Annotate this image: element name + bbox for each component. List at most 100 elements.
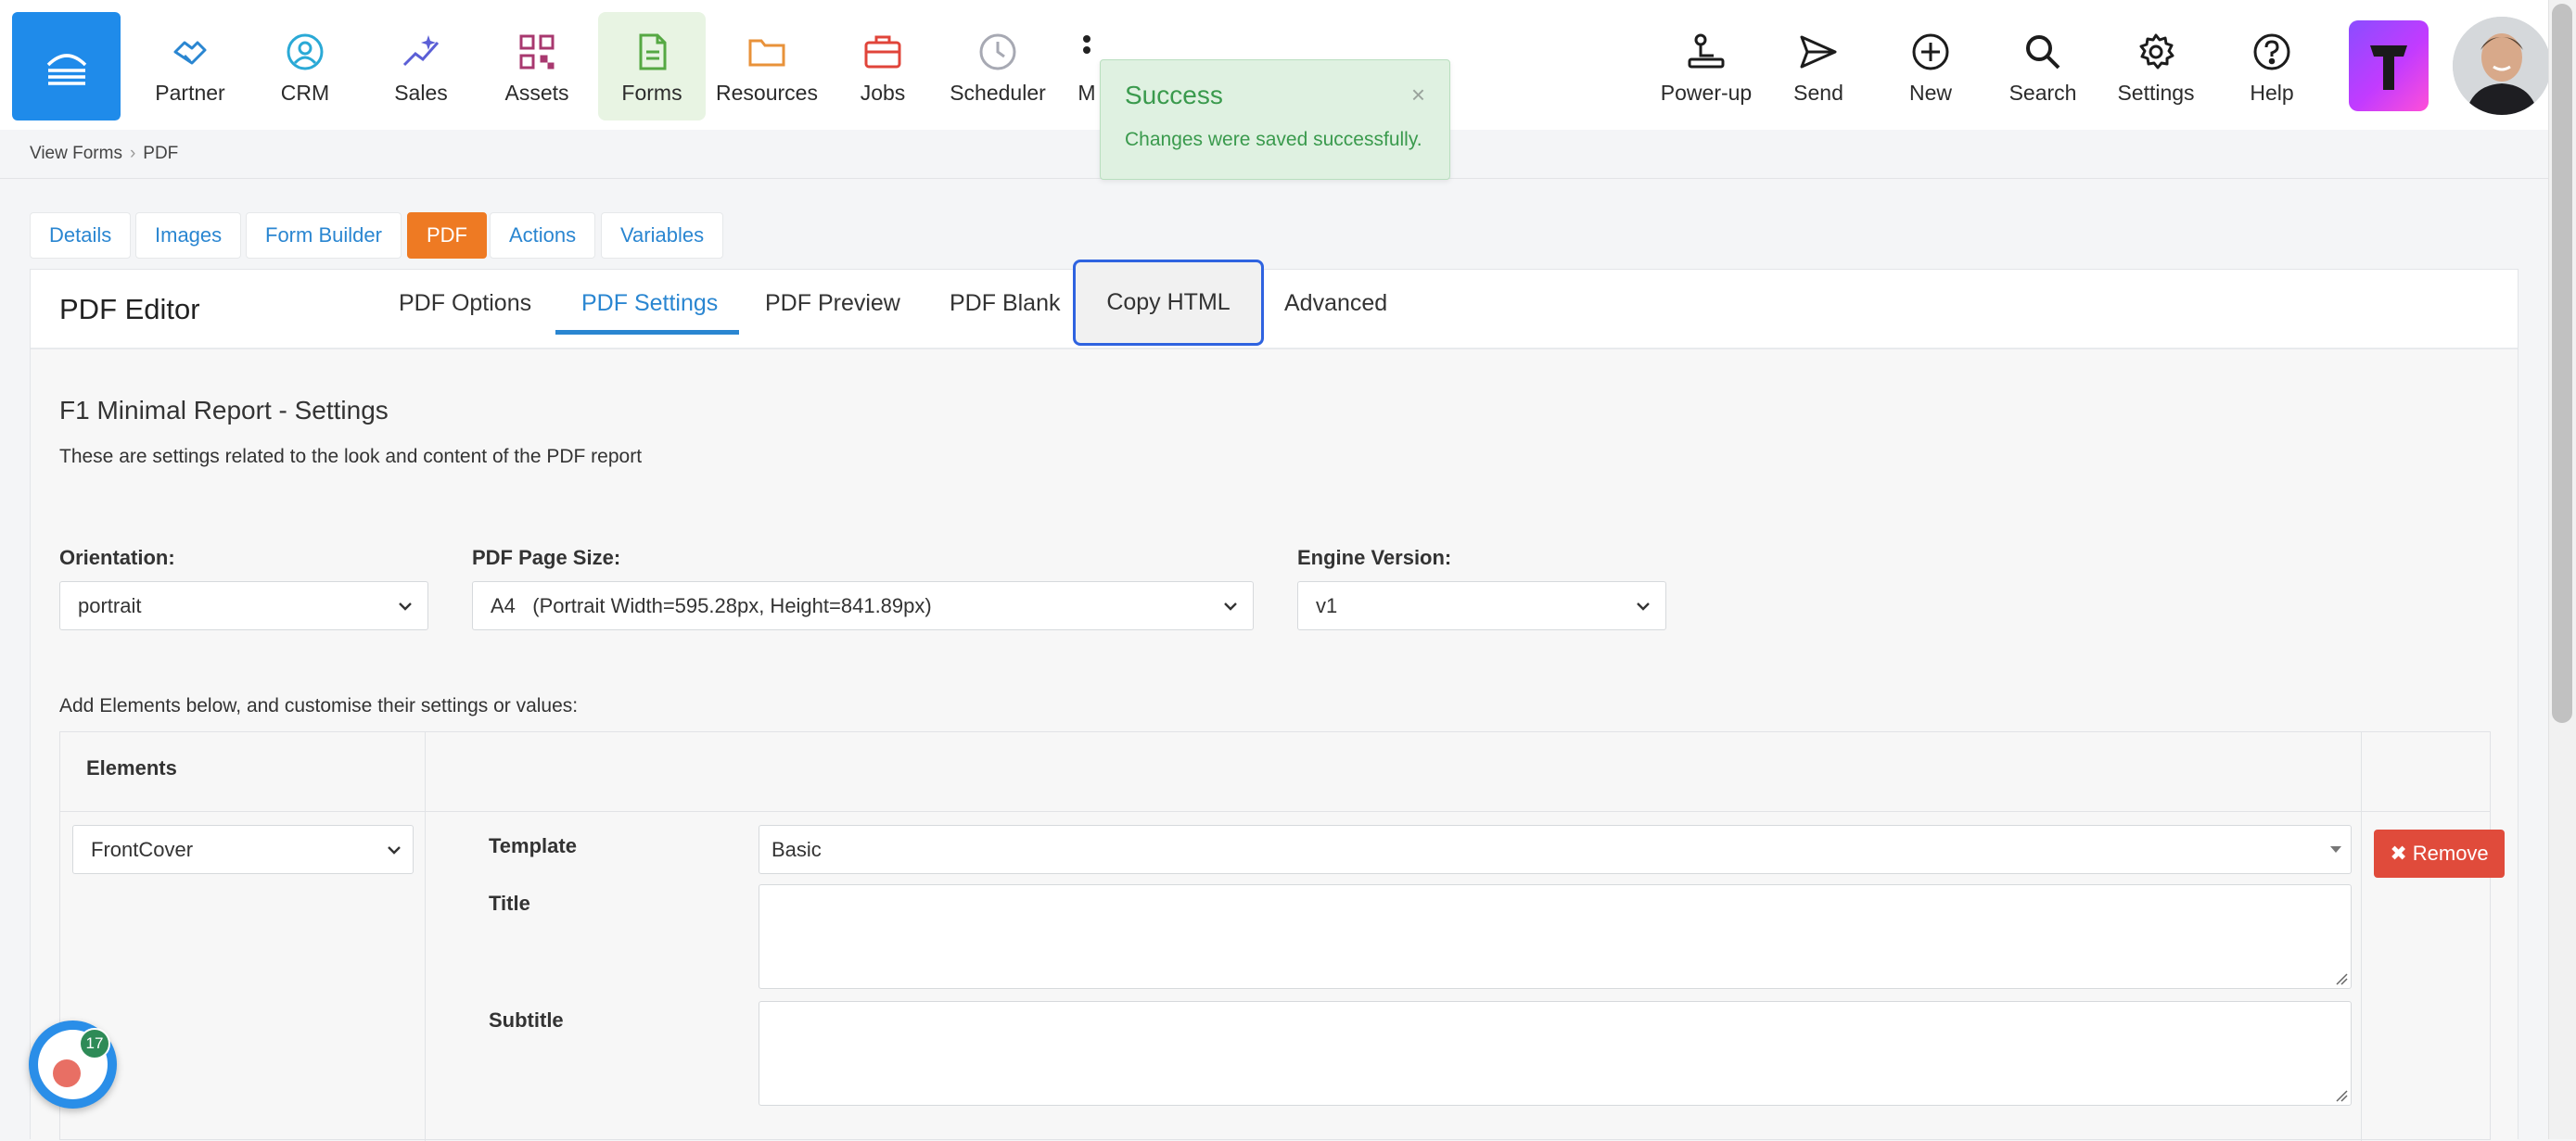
section-title: F1 Minimal Report - Settings bbox=[59, 396, 389, 425]
notification-badge: 17 bbox=[79, 1028, 110, 1059]
user-circle-icon bbox=[284, 31, 326, 73]
nav-search[interactable]: Search bbox=[1989, 12, 2097, 120]
section-description: These are settings related to the look a… bbox=[59, 446, 643, 467]
column-divider bbox=[2361, 732, 2362, 1141]
nav-forms[interactable]: Forms bbox=[598, 12, 706, 120]
nav-sales[interactable]: Sales bbox=[367, 12, 475, 120]
nav-power-up[interactable]: Power-up bbox=[1652, 12, 1760, 120]
nav-scheduler[interactable]: Scheduler bbox=[944, 12, 1052, 120]
brand-t-icon bbox=[2370, 45, 2407, 90]
tab-form-builder[interactable]: Form Builder bbox=[246, 212, 402, 259]
title-textarea[interactable] bbox=[759, 884, 2352, 989]
element-type-select[interactable]: FrontCover bbox=[72, 825, 414, 874]
orientation-value: portrait bbox=[78, 593, 142, 617]
success-toast: Success Changes were saved successfully.… bbox=[1100, 59, 1450, 180]
nav-label: Settings bbox=[2117, 81, 2195, 105]
chevron-down-icon bbox=[388, 846, 401, 855]
nav-settings[interactable]: Settings bbox=[2102, 12, 2210, 120]
tab-variables[interactable]: Variables bbox=[601, 212, 724, 259]
subtab-advanced[interactable]: Advanced bbox=[1284, 290, 1387, 317]
remove-element-button[interactable]: ✖ Remove bbox=[2374, 830, 2505, 878]
nav-send[interactable]: Send bbox=[1765, 12, 1872, 120]
subtab-pdf-options[interactable]: PDF Options bbox=[399, 290, 531, 317]
title-label: Title bbox=[489, 892, 530, 915]
subtitle-textarea[interactable] bbox=[759, 1001, 2352, 1106]
orientation-select[interactable]: portrait bbox=[59, 581, 428, 630]
breadcrumb-current: PDF bbox=[143, 144, 179, 163]
document-icon bbox=[631, 31, 673, 73]
plus-circle-icon bbox=[1909, 31, 1952, 73]
app-logo[interactable] bbox=[12, 12, 121, 120]
subtab-pdf-blank[interactable]: PDF Blank bbox=[950, 290, 1060, 317]
chat-widget-button[interactable]: 17 bbox=[29, 1021, 117, 1109]
nav-label: Send bbox=[1793, 81, 1843, 105]
sparkle-chart-icon bbox=[400, 31, 442, 73]
gear-icon bbox=[2135, 31, 2177, 73]
search-icon bbox=[2021, 31, 2064, 73]
nav-jobs[interactable]: Jobs bbox=[829, 12, 937, 120]
close-icon: ✖ bbox=[2390, 842, 2407, 865]
breadcrumb: View Forms › PDF bbox=[30, 144, 178, 164]
template-value: Basic bbox=[772, 837, 822, 861]
nav-crm[interactable]: CRM bbox=[251, 12, 359, 120]
nav-label: Search bbox=[2009, 81, 2077, 105]
remove-label: Remove bbox=[2412, 842, 2489, 865]
chevron-down-icon bbox=[399, 602, 412, 611]
resize-grip-icon[interactable] bbox=[2335, 1089, 2348, 1102]
elements-header: Elements bbox=[86, 756, 177, 780]
chevron-down-icon bbox=[1224, 602, 1237, 611]
element-type-value: FrontCover bbox=[91, 837, 194, 861]
orientation-label: Orientation: bbox=[59, 546, 175, 569]
page-size-label: PDF Page Size: bbox=[472, 546, 621, 569]
qr-code-icon bbox=[516, 31, 558, 73]
tab-details[interactable]: Details bbox=[30, 212, 132, 259]
subtitle-label: Subtitle bbox=[489, 1008, 564, 1032]
tab-images[interactable]: Images bbox=[135, 212, 242, 259]
briefcase-icon bbox=[861, 31, 904, 73]
send-icon bbox=[1797, 31, 1840, 73]
breadcrumb-view-forms[interactable]: View Forms bbox=[30, 144, 122, 163]
nav-label: CRM bbox=[280, 81, 330, 105]
nav-partner[interactable]: Partner bbox=[136, 12, 244, 120]
toast-close-button[interactable]: × bbox=[1411, 81, 1425, 109]
nav-help[interactable]: Help bbox=[2218, 12, 2326, 120]
nav-resources[interactable]: Resources bbox=[713, 12, 821, 120]
engine-version-select[interactable]: v1 bbox=[1297, 581, 1666, 630]
page-size-select[interactable]: A4 (Portrait Width=595.28px, Height=841.… bbox=[472, 581, 1254, 630]
chat-record-icon bbox=[53, 1059, 81, 1087]
nav-label: Jobs bbox=[860, 81, 906, 105]
toast-message: Changes were saved successfully. bbox=[1125, 129, 1422, 150]
page-size-value: A4 (Portrait Width=595.28px, Height=841.… bbox=[491, 593, 932, 617]
nav-label: Resources bbox=[716, 81, 818, 105]
subtab-pdf-settings[interactable]: PDF Settings bbox=[581, 290, 718, 317]
user-avatar[interactable] bbox=[2453, 17, 2551, 115]
panel-header: PDF Editor PDF Options PDF Settings PDF … bbox=[31, 260, 2518, 349]
subtab-copy-html[interactable]: Copy HTML bbox=[1073, 260, 1264, 346]
nav-label: Scheduler bbox=[950, 81, 1046, 105]
elements-table: Elements FrontCover Template Basic Title… bbox=[59, 731, 2505, 1141]
nav-label: Help bbox=[2250, 81, 2294, 105]
tab-pdf[interactable]: PDF bbox=[407, 212, 487, 259]
clock-icon bbox=[976, 31, 1019, 73]
tab-actions[interactable]: Actions bbox=[490, 212, 596, 259]
engine-version-value: v1 bbox=[1316, 593, 1338, 617]
upgrade-tile[interactable] bbox=[2349, 20, 2429, 111]
nav-assets[interactable]: Assets bbox=[483, 12, 591, 120]
breadcrumb-separator: › bbox=[129, 144, 136, 163]
nav-label: Power-up bbox=[1660, 81, 1753, 105]
engine-version-label: Engine Version: bbox=[1297, 546, 1452, 569]
subtab-pdf-preview[interactable]: PDF Preview bbox=[765, 290, 900, 317]
resize-grip-icon[interactable] bbox=[2335, 972, 2348, 985]
scrollbar-thumb[interactable] bbox=[2552, 4, 2572, 723]
nav-label: Sales bbox=[394, 81, 448, 105]
logo-icon bbox=[46, 53, 86, 85]
power-up-icon bbox=[1685, 31, 1728, 73]
template-select[interactable]: Basic bbox=[759, 825, 2352, 874]
nav-label: New bbox=[1908, 81, 1952, 105]
pdf-editor-panel: PDF Editor PDF Options PDF Settings PDF … bbox=[30, 260, 2519, 1141]
chevron-down-icon bbox=[1637, 602, 1650, 611]
handshake-icon bbox=[169, 31, 211, 73]
nav-new[interactable]: New bbox=[1877, 12, 1984, 120]
column-divider bbox=[425, 732, 426, 1141]
nav-label: Assets bbox=[504, 81, 569, 105]
